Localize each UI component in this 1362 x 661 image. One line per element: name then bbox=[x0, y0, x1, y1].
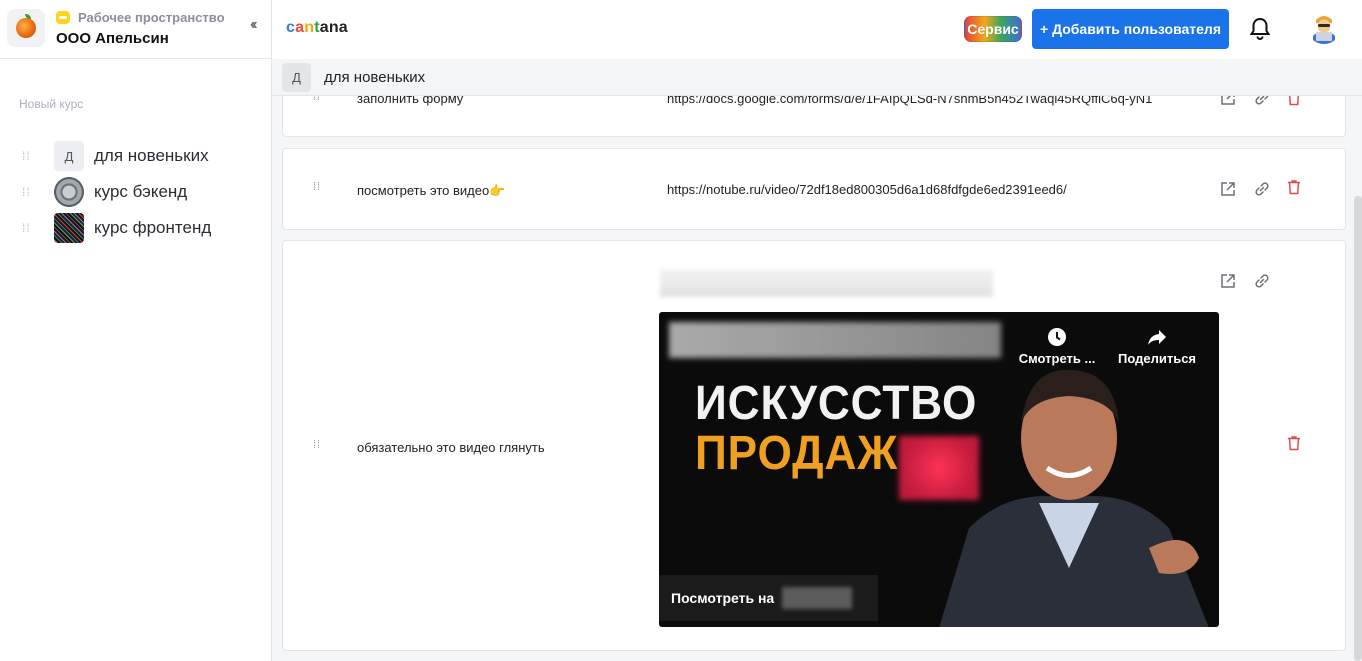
video-player[interactable]: ИСКУССТВО ПРОДАЖ Смотреть ... Поделиться… bbox=[659, 312, 1219, 627]
lessons-list: ⁞⁞ заполнить форму https://docs.google.c… bbox=[272, 96, 1362, 661]
link-icon[interactable] bbox=[1253, 272, 1271, 290]
video-redacted-overlay bbox=[899, 436, 979, 500]
sidebar-item-course[interactable]: ⁞⁞ Д для новеньких bbox=[22, 140, 262, 172]
sidebar-item-course[interactable]: ⁞⁞ курс бэкенд bbox=[22, 176, 262, 208]
watch-on-label: Посмотреть на bbox=[671, 590, 775, 606]
delete-icon[interactable] bbox=[1285, 434, 1303, 452]
share-icon bbox=[1148, 330, 1166, 345]
lesson-title: заполнить форму bbox=[357, 96, 464, 106]
delete-icon[interactable] bbox=[1285, 178, 1303, 196]
service-button[interactable]: Сервис bbox=[964, 16, 1022, 42]
scrollbar[interactable] bbox=[1354, 196, 1362, 661]
course-label: для новеньких bbox=[94, 146, 209, 165]
lesson-card: ⁞⁞ обязательно это видео глянуть ИСКУССТ… bbox=[282, 240, 1346, 651]
lesson-title: обязательно это видео глянуть bbox=[357, 440, 545, 455]
workspace-badge-icon bbox=[56, 11, 70, 24]
video-headline-1: ИСКУССТВО bbox=[695, 377, 978, 430]
course-thumbnail: Д bbox=[282, 62, 311, 92]
video-title-redacted bbox=[660, 269, 993, 297]
video-headline-2: ПРОДАЖ bbox=[695, 427, 899, 480]
link-icon[interactable] bbox=[1253, 180, 1271, 198]
open-external-icon[interactable] bbox=[1219, 272, 1237, 290]
watch-later-button[interactable]: Смотреть ... bbox=[1015, 326, 1099, 366]
platform-logo-redacted bbox=[782, 587, 853, 609]
top-bar: cantana Сервис + Добавить пользователя bbox=[272, 0, 1362, 59]
lesson-title: посмотреть это видео👉 bbox=[357, 183, 506, 198]
link-icon[interactable] bbox=[1253, 96, 1271, 107]
open-external-icon[interactable] bbox=[1219, 180, 1237, 198]
drag-handle-icon[interactable]: ⁞⁞ bbox=[22, 186, 32, 198]
sidebar-item-course[interactable]: ⁞⁞ курс фронтенд bbox=[22, 212, 262, 244]
drag-handle-icon[interactable]: ⁞⁞ bbox=[313, 96, 321, 103]
drag-handle-icon[interactable]: ⁞⁞ bbox=[22, 222, 32, 234]
lesson-card: ⁞⁞ посмотреть это видео👉 https://notube.… bbox=[282, 148, 1346, 230]
avatar[interactable] bbox=[1307, 10, 1341, 44]
add-user-button[interactable]: + Добавить пользователя bbox=[1032, 9, 1229, 49]
brand-logo: cantana bbox=[286, 19, 348, 36]
course-label: курс фронтенд bbox=[94, 218, 212, 237]
orange-icon bbox=[16, 14, 36, 38]
course-thumbnail: Д bbox=[54, 141, 84, 171]
share-button[interactable]: Поделиться bbox=[1115, 326, 1199, 366]
gear-thumbnail-icon bbox=[54, 177, 84, 207]
clock-icon bbox=[1048, 328, 1066, 346]
workspace-logo bbox=[7, 9, 45, 47]
delete-icon[interactable] bbox=[1285, 96, 1303, 107]
lesson-url[interactable]: https://docs.google.com/forms/d/e/1FAIpQ… bbox=[667, 96, 1197, 106]
collapse-sidebar-icon[interactable]: ‹‹ bbox=[250, 16, 257, 34]
drag-handle-icon[interactable]: ⁞⁞ bbox=[22, 150, 32, 162]
watch-later-label: Смотреть ... bbox=[1018, 351, 1096, 366]
watch-on-platform-button[interactable]: Посмотреть на bbox=[659, 575, 878, 621]
sidebar: Рабочее пространство ООО Апельсин ‹‹ Нов… bbox=[0, 0, 272, 661]
workspace-switcher[interactable]: Рабочее пространство ООО Апельсин ‹‹ bbox=[0, 0, 271, 59]
course-title: для новеньких bbox=[324, 68, 426, 86]
share-label: Поделиться bbox=[1117, 351, 1197, 366]
open-external-icon[interactable] bbox=[1219, 96, 1237, 107]
course-thumbnail-image bbox=[54, 213, 84, 243]
workspace-name: ООО Апельсин bbox=[56, 30, 169, 47]
workspace-label: Рабочее пространство bbox=[78, 10, 225, 25]
lesson-url[interactable]: https://notube.ru/video/72df18ed800305d6… bbox=[667, 182, 1067, 197]
new-course-button[interactable]: Новый курс bbox=[19, 97, 83, 111]
bell-icon[interactable] bbox=[1249, 17, 1271, 41]
course-label: курс бэкенд bbox=[94, 182, 188, 201]
drag-handle-icon[interactable]: ⁞⁞ bbox=[313, 440, 321, 451]
course-header: Д для новеньких bbox=[272, 59, 1362, 96]
drag-handle-icon[interactable]: ⁞⁞ bbox=[313, 182, 321, 193]
lesson-card: ⁞⁞ заполнить форму https://docs.google.c… bbox=[282, 96, 1346, 137]
